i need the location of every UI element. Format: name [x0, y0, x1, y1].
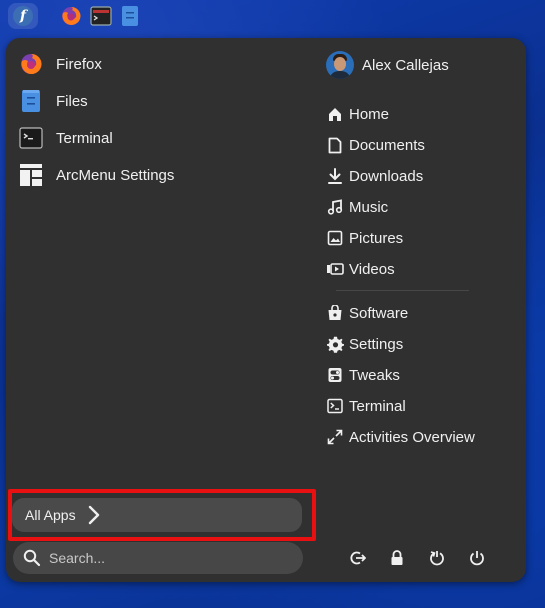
chevron-right-icon: [88, 505, 104, 525]
terminal-icon: [326, 397, 344, 415]
place-label: Music: [349, 198, 389, 216]
place-label: Home: [349, 105, 390, 123]
software-icon: [326, 304, 344, 322]
place-home[interactable]: Home: [326, 101, 389, 127]
search-input[interactable]: [47, 549, 291, 567]
pinned-app-terminal[interactable]: Terminal: [18, 123, 113, 153]
avatar: [326, 51, 354, 79]
pinned-app-firefox[interactable]: Firefox: [18, 49, 102, 79]
firefox-icon: [62, 6, 81, 25]
shortcut-label: Settings: [349, 335, 404, 353]
terminal-icon: [18, 125, 44, 151]
place-label: Documents: [349, 136, 425, 154]
power-off-icon: [470, 551, 484, 566]
log-out-icon: [350, 551, 366, 565]
shortcut-terminal[interactable]: Terminal: [326, 393, 406, 419]
top-panel: f: [0, 0, 545, 32]
restart-button[interactable]: [425, 546, 449, 570]
shortcut-label: Software: [349, 304, 409, 322]
download-icon: [326, 167, 344, 185]
pinned-app-label: Files: [56, 92, 88, 110]
document-icon: [326, 136, 344, 154]
place-music[interactable]: Music: [326, 194, 388, 220]
place-label: Pictures: [349, 229, 404, 247]
all-apps-button[interactable]: All Apps: [12, 498, 302, 532]
power-off-button[interactable]: [465, 546, 489, 570]
panel-firefox-launcher[interactable]: [58, 3, 84, 29]
videos-icon: [326, 260, 344, 278]
music-icon: [326, 198, 344, 216]
panel-terminal-launcher[interactable]: [88, 3, 114, 29]
shortcut-label: Terminal: [349, 397, 406, 415]
separator: [336, 290, 469, 291]
firefox-icon: [18, 51, 44, 77]
place-label: Videos: [349, 260, 395, 278]
activities-button[interactable]: f: [8, 3, 38, 29]
restart-icon: [430, 551, 444, 566]
shortcut-activities-overview[interactable]: Activities Overview: [326, 424, 475, 450]
fedora-logo-icon: f: [13, 6, 33, 26]
all-apps-label: All Apps: [25, 507, 76, 523]
arcmenu-popup: Firefox Files Terminal ArcMenu Settings …: [6, 38, 526, 582]
home-icon: [326, 105, 344, 123]
place-pictures[interactable]: Pictures: [326, 225, 403, 251]
place-label: Downloads: [349, 167, 424, 185]
shortcut-tweaks[interactable]: Tweaks: [326, 362, 400, 388]
expand-icon: [326, 428, 344, 446]
search-icon: [23, 549, 41, 567]
panel-files-launcher[interactable]: [117, 3, 143, 29]
shortcut-settings[interactable]: Settings: [326, 331, 403, 357]
pictures-icon: [326, 229, 344, 247]
pinned-app-files[interactable]: Files: [18, 86, 88, 116]
pinned-app-arcmenu-settings[interactable]: ArcMenu Settings: [18, 160, 174, 190]
user-name: Alex Callejas: [362, 56, 449, 74]
shortcut-software[interactable]: Software: [326, 300, 408, 326]
lock-button[interactable]: [385, 546, 409, 570]
user-account-button[interactable]: Alex Callejas: [326, 50, 449, 80]
places-column: Alex Callejas Home Documents Downloads M…: [318, 38, 518, 582]
lock-icon: [391, 550, 403, 565]
gear-icon: [326, 335, 344, 353]
pinned-app-label: Firefox: [56, 55, 102, 73]
files-icon: [122, 6, 138, 26]
shortcut-label: Activities Overview: [349, 428, 475, 446]
pinned-app-label: ArcMenu Settings: [56, 166, 175, 184]
files-icon: [18, 88, 44, 114]
place-documents[interactable]: Documents: [326, 132, 425, 158]
shortcut-label: Tweaks: [349, 366, 400, 384]
log-out-button[interactable]: [346, 546, 370, 570]
place-videos[interactable]: Videos: [326, 256, 395, 282]
tweaks-icon: [326, 366, 344, 384]
pinned-app-label: Terminal: [56, 129, 113, 147]
search-box[interactable]: [13, 542, 303, 574]
terminal-icon: [90, 6, 112, 26]
arcmenu-settings-icon: [18, 162, 44, 188]
place-downloads[interactable]: Downloads: [326, 163, 423, 189]
pinned-apps-column: Firefox Files Terminal ArcMenu Settings …: [6, 38, 316, 582]
